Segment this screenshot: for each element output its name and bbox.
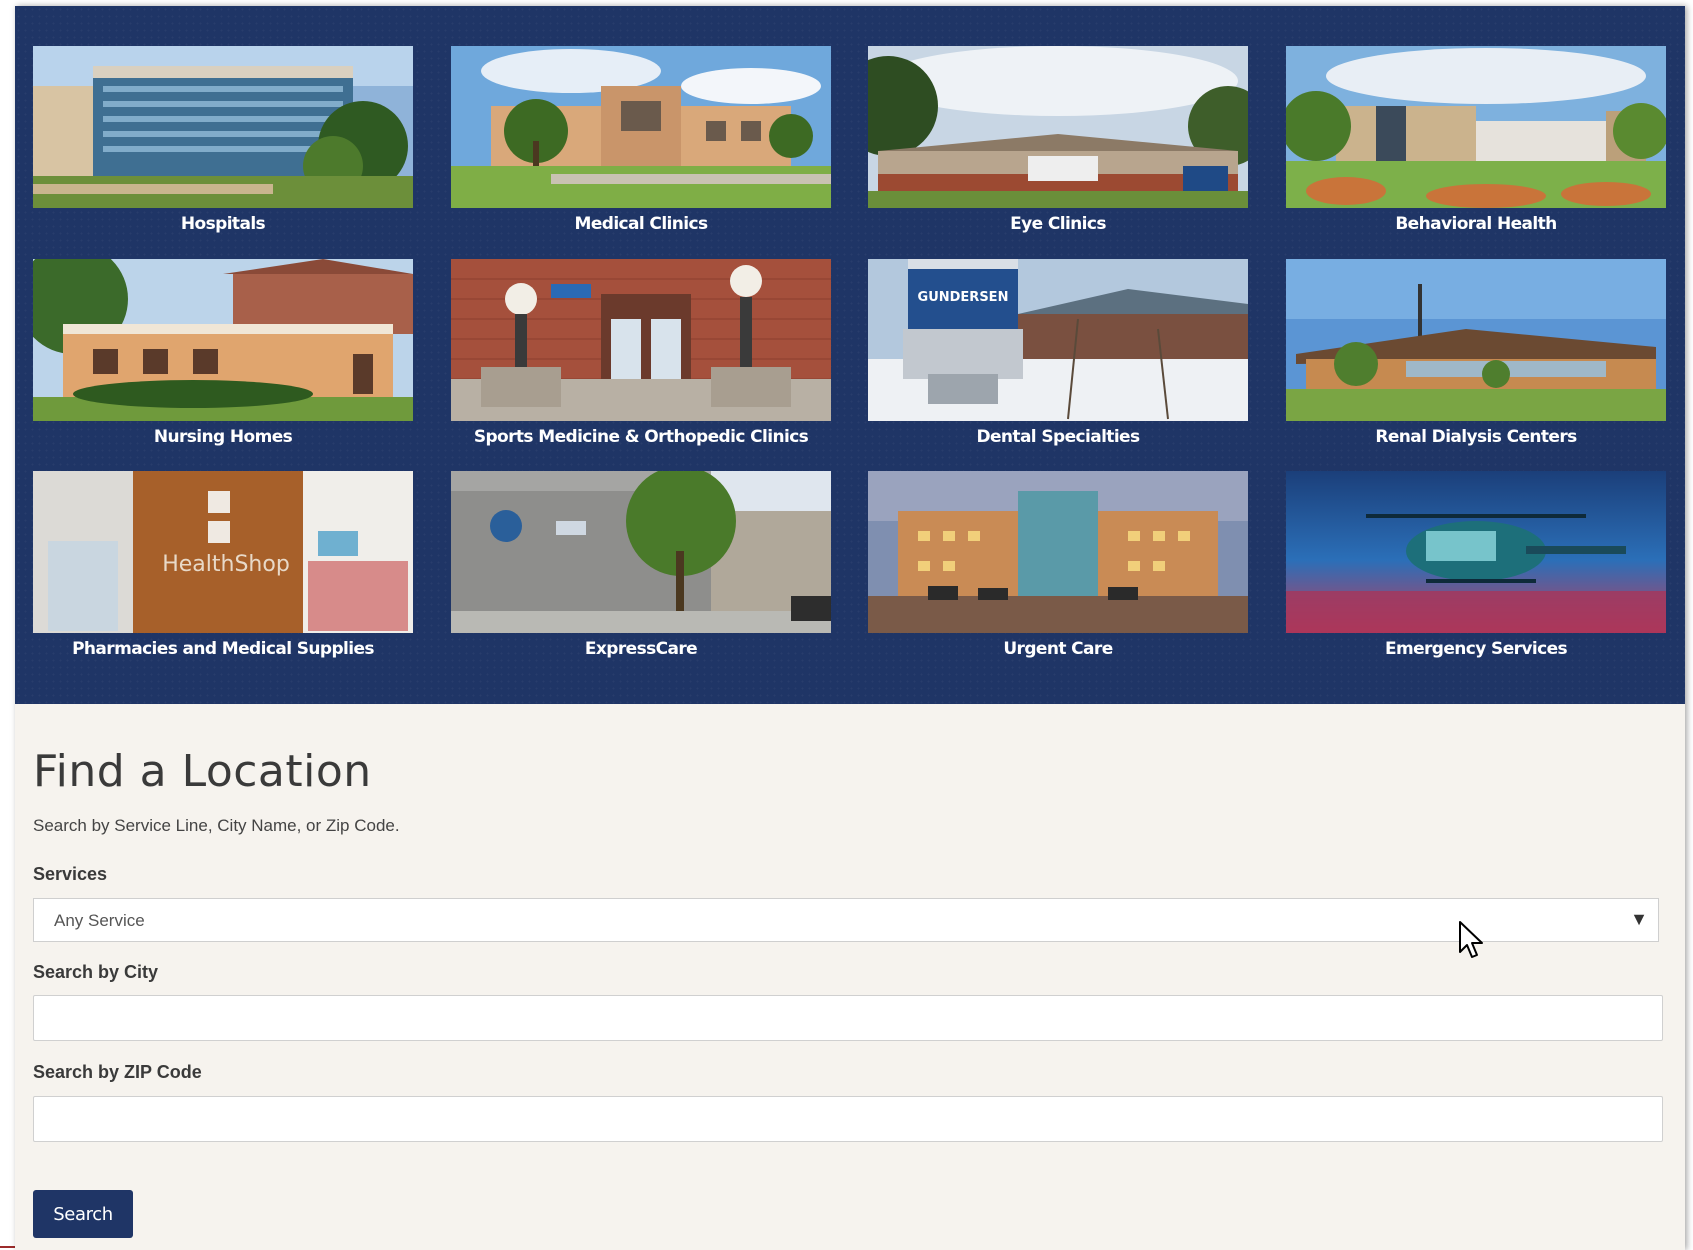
tile-behavioral-health[interactable]: Behavioral Health [1286,46,1666,246]
dental-specialties-photo: GUNDERSEN [868,259,1248,421]
location-types-banner: Hospitals Medical Clinics Eye Clinics Be… [15,6,1685,704]
tile-hospitals[interactable]: Hospitals [33,46,413,246]
tile-label: Nursing Homes [153,427,293,447]
tile-label: Renal Dialysis Centers [1375,427,1577,447]
tile-label: Pharmacies and Medical Supplies [72,639,374,659]
mouse-pointer-icon [1459,921,1483,958]
tile-label: Sports Medicine & Orthopedic Clinics [473,427,809,447]
tile-sports-medicine[interactable]: Sports Medicine & Orthopedic Clinics [451,259,831,459]
services-select[interactable]: Any Service ▼ [33,898,1659,942]
tile-expresscare[interactable]: ExpressCare [451,471,831,671]
tile-eye-clinics[interactable]: Eye Clinics [868,46,1248,246]
services-selected-value: Any Service [54,911,145,930]
city-input[interactable] [33,995,1663,1041]
medical-clinics-photo [451,46,831,208]
search-button[interactable]: Search [33,1190,133,1238]
tile-label: Urgent Care [1003,639,1113,659]
emergency-services-photo [1286,471,1666,633]
tile-dental-specialties[interactable]: GUNDERSEN Dental Specialties [868,259,1248,459]
tile-label: Dental Specialties [976,427,1140,447]
tile-label: Behavioral Health [1395,214,1557,234]
sports-medicine-photo [451,259,831,421]
expresscare-photo [451,471,831,633]
city-label: Search by City [33,962,159,982]
page-frame: Hospitals Medical Clinics Eye Clinics Be… [15,6,1685,1250]
tile-label: Hospitals [180,214,266,234]
tile-label: ExpressCare [584,639,698,659]
pharmacies-photo: HealthShop [33,471,413,633]
tile-renal-dialysis[interactable]: Renal Dialysis Centers [1286,259,1666,459]
tile-label: Emergency Services [1384,639,1568,659]
tile-urgent-care[interactable]: Urgent Care [868,471,1248,671]
renal-dialysis-photo [1286,259,1666,421]
eye-clinics-photo [868,46,1248,208]
dropdown-arrow-icon: ▼ [1630,909,1648,929]
dental-sign-text: GUNDERSEN [918,290,1009,305]
nursing-homes-photo [33,259,413,421]
tile-label: Medical Clinics [574,214,709,234]
tile-pharmacies[interactable]: HealthShop Pharmacies and Medical Suppli… [33,471,413,671]
tile-nursing-homes[interactable]: Nursing Homes [33,259,413,459]
services-label: Services [33,864,108,884]
search-instructions: Search by Service Line, City Name, or Zi… [33,816,400,835]
page-title: Find a Location [33,746,372,797]
tile-label: Eye Clinics [1010,214,1106,234]
zip-label: Search by ZIP Code [33,1062,202,1082]
pharmacy-sign-text: HealthShop [162,552,290,577]
tile-medical-clinics[interactable]: Medical Clinics [451,46,831,246]
hospitals-photo [33,46,413,208]
behavioral-health-photo [1286,46,1666,208]
urgent-care-photo [868,471,1248,633]
tile-emergency-services[interactable]: Emergency Services [1286,471,1666,671]
zip-input[interactable] [33,1096,1663,1142]
